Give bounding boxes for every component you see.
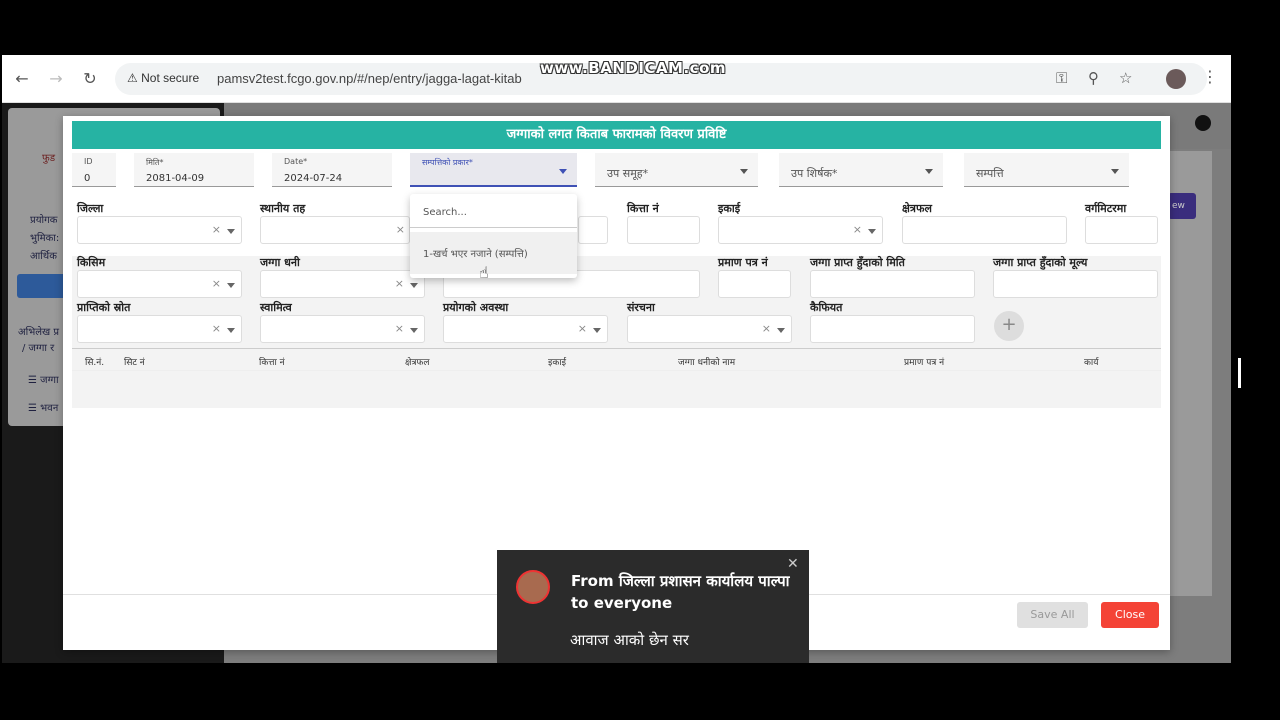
prapti-srot-select[interactable]: × — [77, 315, 242, 343]
clear-icon[interactable]: × — [212, 322, 221, 335]
url-text[interactable]: pamsv2test.fcgo.gov.np/#/nep/entry/jagga… — [217, 71, 522, 86]
id-field[interactable]: ID 0 — [72, 153, 116, 187]
jilla-select[interactable]: × — [77, 216, 242, 244]
kisim-select[interactable]: × — [77, 270, 242, 298]
sidebar-item-jagga[interactable]: ☰ जग्गा — [28, 372, 59, 386]
hand-cursor-icon: ☝ — [479, 263, 489, 282]
chevron-down-icon — [868, 229, 876, 234]
chevron-down-icon — [1111, 169, 1119, 174]
save-all-button[interactable]: Save All — [1017, 602, 1088, 628]
clear-icon[interactable]: × — [396, 223, 405, 236]
praman-patra-input[interactable] — [718, 270, 791, 298]
sampatti-prakar-select[interactable]: सम्पत्तिको प्रकार* — [410, 153, 577, 187]
clear-icon[interactable]: × — [212, 223, 221, 236]
clear-icon[interactable]: × — [853, 223, 862, 236]
chat-notification[interactable]: From जिल्ला प्रशासन कार्यालय पाल्पा to e… — [497, 550, 809, 663]
sidebar-item-bhawan[interactable]: ☰ भवन — [28, 400, 58, 414]
clear-icon[interactable]: × — [212, 277, 221, 290]
clear-icon[interactable]: × — [578, 322, 587, 335]
add-row-button[interactable]: + — [994, 311, 1024, 341]
chevron-down-icon — [410, 328, 418, 333]
chat-message: आवाज आको छेन सर — [570, 631, 689, 649]
upa-shirshak-select[interactable]: उप शिर्षक* — [779, 153, 943, 187]
user-icon[interactable] — [1195, 115, 1211, 131]
dropdown-search-input[interactable]: Search... — [410, 194, 577, 228]
swamitwa-select[interactable]: × — [260, 315, 425, 343]
chevron-down-icon — [559, 169, 567, 174]
kaifiyat-input[interactable] — [810, 315, 975, 343]
upa-samuha-label: उप समूह* — [607, 167, 649, 180]
chevron-down-icon — [593, 328, 601, 333]
zoom-icon[interactable]: ⚲ — [1088, 69, 1099, 87]
reload-icon[interactable]: ↻ — [78, 67, 102, 91]
forward-icon[interactable]: → — [44, 67, 68, 91]
sampatti-prakar-dropdown: Search... 1-खर्च भएर नजाने (सम्पत्ति) — [410, 194, 577, 278]
new-button[interactable]: ew — [1168, 193, 1196, 219]
chat-sender: From जिल्ला प्रशासन कार्यालय पाल्पा to e… — [571, 572, 790, 612]
chevron-down-icon — [227, 229, 235, 234]
profile-avatar[interactable] — [1166, 69, 1186, 89]
kebab-icon[interactable]: ⋮ — [1202, 67, 1218, 86]
close-icon[interactable]: ✕ — [787, 556, 799, 572]
miti-label: मिति* — [146, 158, 164, 167]
prayog-awastha-select[interactable]: × — [443, 315, 608, 343]
back-icon[interactable]: ← — [10, 67, 34, 91]
star-icon[interactable]: ☆ — [1119, 69, 1132, 87]
miti-field[interactable]: मिति* 2081-04-09 — [134, 153, 254, 187]
key-icon[interactable]: ⚿ — [1056, 69, 1067, 87]
security-indicator[interactable]: ⚠ Not secure — [127, 71, 199, 85]
avatar — [516, 570, 550, 604]
browser-toolbar: ← → ↻ ⚠ Not secure pamsv2test.fcgo.gov.n… — [2, 55, 1231, 103]
ward-input[interactable] — [578, 216, 608, 244]
jagga-prapta-miti-input[interactable] — [810, 270, 975, 298]
chevron-down-icon — [740, 169, 748, 174]
upa-shirshak-label: उप शिर्षक* — [791, 167, 838, 180]
clear-icon[interactable]: × — [395, 277, 404, 290]
modal-title: जग्गाको लगत किताब फारामको विवरण प्रविष्ट… — [72, 121, 1161, 149]
watermark: www.BANDICAM.com — [540, 59, 727, 77]
table-header: सि.नं. सिट नं कित्ता नं क्षेत्रफल इकाई ज… — [72, 348, 1161, 371]
chevron-down-icon — [925, 169, 933, 174]
close-button[interactable]: Close — [1101, 602, 1159, 628]
plus-icon: + — [1001, 314, 1017, 335]
vargamitarma-input[interactable] — [1085, 216, 1158, 244]
sanrachana-select[interactable]: × — [627, 315, 792, 343]
chevron-down-icon — [410, 283, 418, 288]
sthaniya-taha-select[interactable]: × — [260, 216, 410, 244]
kitta-no-input[interactable] — [627, 216, 700, 244]
jagga-prapta-mulya-input[interactable] — [993, 270, 1158, 298]
date-label: Date* — [284, 157, 308, 166]
ekai-select[interactable]: × — [718, 216, 883, 244]
chevron-down-icon — [227, 328, 235, 333]
jagga-dhani-select[interactable]: × — [260, 270, 425, 298]
sampatti-select[interactable]: सम्पत्ति — [964, 153, 1129, 187]
clear-icon[interactable]: × — [395, 322, 404, 335]
scrollbar[interactable] — [1238, 358, 1241, 388]
clear-icon[interactable]: × — [762, 322, 771, 335]
chevron-down-icon — [227, 283, 235, 288]
warning-icon: ⚠ — [127, 71, 138, 85]
chevron-down-icon — [777, 328, 785, 333]
upa-samuha-select[interactable]: उप समूह* — [595, 153, 758, 187]
dropdown-option[interactable]: 1-खर्च भएर नजाने (सम्पत्ति) — [410, 232, 577, 274]
sidebar-button[interactable] — [17, 274, 67, 298]
date-field[interactable]: Date* 2024-07-24 — [272, 153, 392, 187]
sampatti-prakar-label: सम्पत्तिको प्रकार* — [422, 158, 473, 167]
kshetrafal-input[interactable] — [902, 216, 1067, 244]
